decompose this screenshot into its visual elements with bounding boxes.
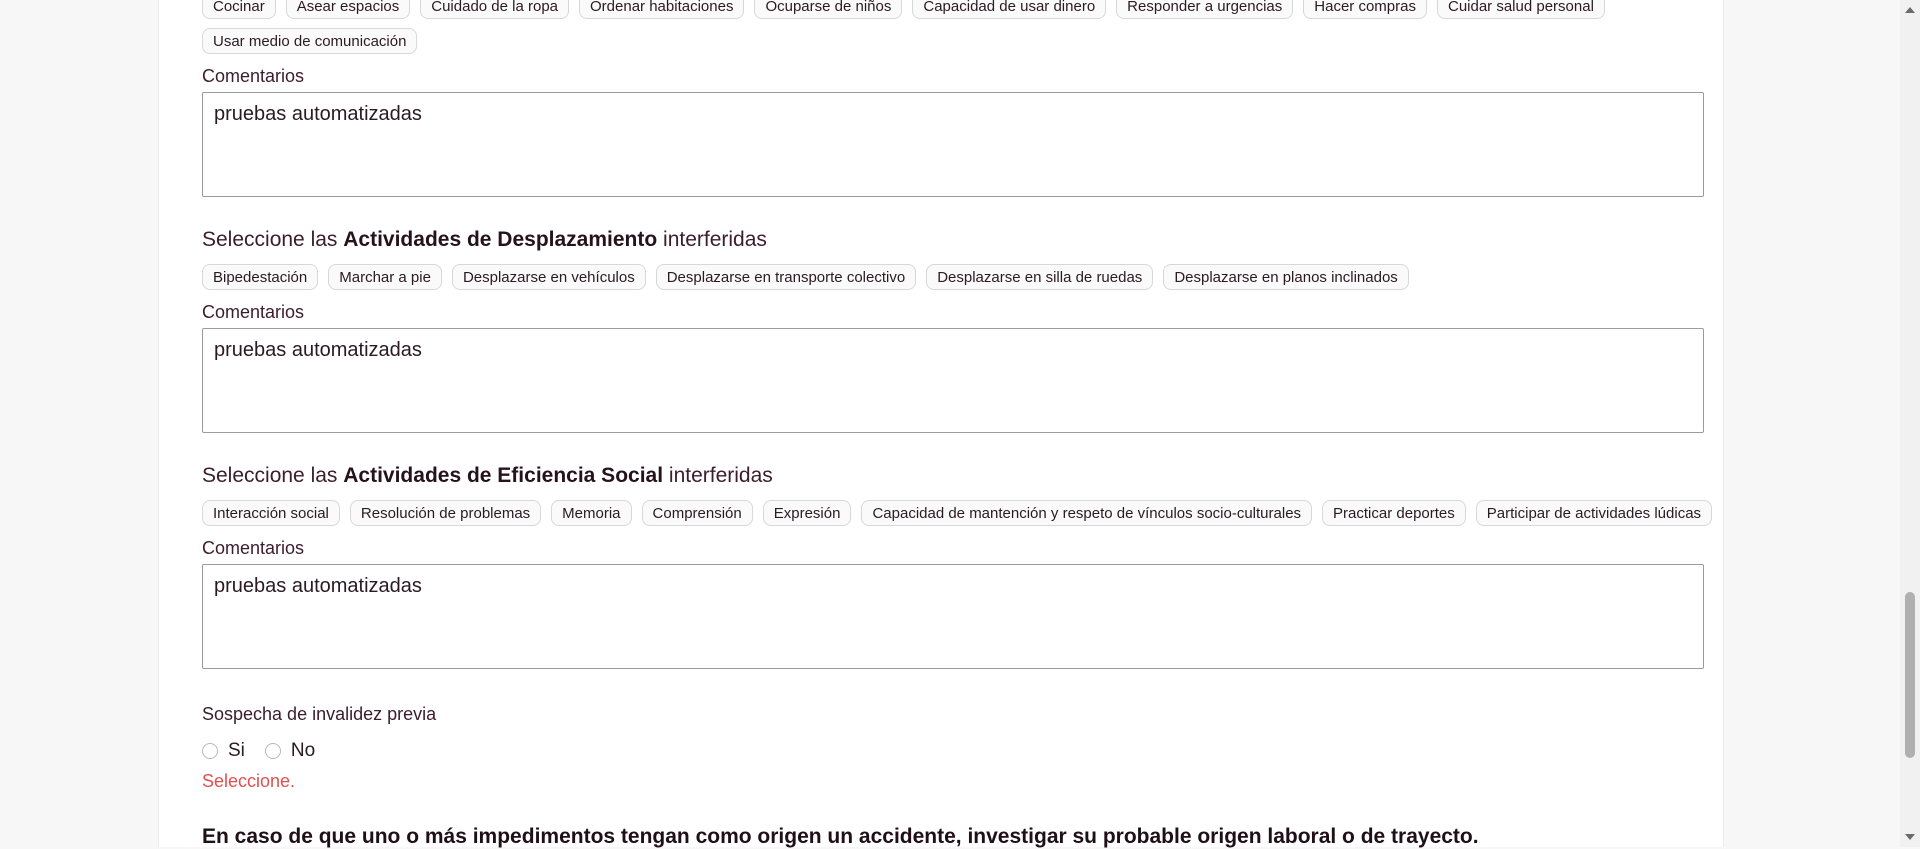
displacement-comments-label: Comentarios <box>202 302 305 322</box>
chip-medio-comunicacion[interactable]: Usar medio de comunicación <box>202 28 418 54</box>
social-chips: Interacción social Resolución de problem… <box>202 500 1713 526</box>
chip-actividades-ludicas[interactable]: Participar de actividades lúdicas <box>1475 500 1713 526</box>
chip-planos-inclinados[interactable]: Desplazarse en planos inclinados <box>1163 264 1409 290</box>
chip-silla-de-ruedas[interactable]: Desplazarse en silla de ruedas <box>926 264 1154 290</box>
invalidity-error: Seleccione. <box>202 771 296 791</box>
chip-hacer-compras[interactable]: Hacer compras <box>1303 0 1427 19</box>
chip-comprension[interactable]: Comprensión <box>641 500 753 526</box>
chip-expresion[interactable]: Expresión <box>762 500 852 526</box>
scroll-up-arrow-icon[interactable] <box>1900 2 1920 18</box>
displacement-heading: Seleccione las Actividades de Desplazami… <box>202 228 767 252</box>
domestic-chips-row-2: Usar medio de comunicación <box>202 28 418 54</box>
domestic-chips-row-1: Cocinar Asear espacios Cuidado de la rop… <box>202 0 1605 19</box>
radio-si-label: Si <box>228 740 245 761</box>
chip-practicar-deportes[interactable]: Practicar deportes <box>1322 500 1466 526</box>
radio-si[interactable] <box>202 743 218 759</box>
chip-marchar-a-pie[interactable]: Marchar a pie <box>328 264 442 290</box>
radio-option-si[interactable]: Si <box>202 740 245 762</box>
scroll-down-arrow-icon[interactable] <box>1900 829 1920 845</box>
chip-ordenar-habitaciones[interactable]: Ordenar habitaciones <box>579 0 745 19</box>
chip-cocinar[interactable]: Cocinar <box>202 0 276 19</box>
heading-prefix: Seleccione las <box>202 228 344 251</box>
heading-prefix: Seleccione las <box>202 464 344 487</box>
scrollbar-thumb[interactable] <box>1905 592 1915 758</box>
accident-notice: En caso de que uno o más impedimentos te… <box>202 825 1479 848</box>
chip-interaccion-social[interactable]: Interacción social <box>202 500 340 526</box>
chip-transporte-colectivo[interactable]: Desplazarse en transporte colectivo <box>655 264 917 290</box>
domestic-comments-textarea[interactable] <box>202 92 1704 197</box>
social-comments-label: Comentarios <box>202 538 305 558</box>
chip-asear-espacios[interactable]: Asear espacios <box>285 0 411 19</box>
vertical-scrollbar[interactable] <box>1900 0 1920 847</box>
heading-bold: Actividades de Desplazamiento <box>343 228 658 251</box>
heading-bold: Actividades de Eficiencia Social <box>343 464 664 487</box>
social-heading: Seleccione las Actividades de Eficiencia… <box>202 464 773 488</box>
chip-usar-dinero[interactable]: Capacidad de usar dinero <box>912 0 1107 19</box>
displacement-chips: Bipedestación Marchar a pie Desplazarse … <box>202 264 1409 290</box>
heading-suffix: interferidas <box>657 228 767 251</box>
chip-desplazarse-vehiculos[interactable]: Desplazarse en vehículos <box>451 264 646 290</box>
radio-no[interactable] <box>264 743 281 759</box>
domestic-comments-label: Comentarios <box>202 66 305 86</box>
social-comments-textarea[interactable] <box>202 564 1704 669</box>
radio-option-no[interactable]: No <box>264 740 316 762</box>
heading-suffix: interferidas <box>663 464 773 487</box>
form-page: Cocinar Asear espacios Cuidado de la rop… <box>158 0 1724 848</box>
chip-ocuparse-ninos[interactable]: Ocuparse de niños <box>754 0 903 19</box>
chip-vinculos-socioculturales[interactable]: Capacidad de mantención y respeto de vín… <box>861 500 1313 526</box>
chip-responder-urgencias[interactable]: Responder a urgencias <box>1116 0 1294 19</box>
chip-cuidado-ropa[interactable]: Cuidado de la ropa <box>420 0 570 19</box>
chip-resolucion-problemas[interactable]: Resolución de problemas <box>349 500 542 526</box>
chip-bipedestacion[interactable]: Bipedestación <box>202 264 319 290</box>
chip-cuidar-salud[interactable]: Cuidar salud personal <box>1436 0 1605 19</box>
invalidity-label: Sospecha de invalidez previa <box>202 704 437 724</box>
chip-memoria[interactable]: Memoria <box>551 500 632 526</box>
displacement-comments-textarea[interactable] <box>202 328 1704 433</box>
radio-no-label: No <box>290 740 316 761</box>
invalidity-radio-group: Si No <box>202 740 335 762</box>
